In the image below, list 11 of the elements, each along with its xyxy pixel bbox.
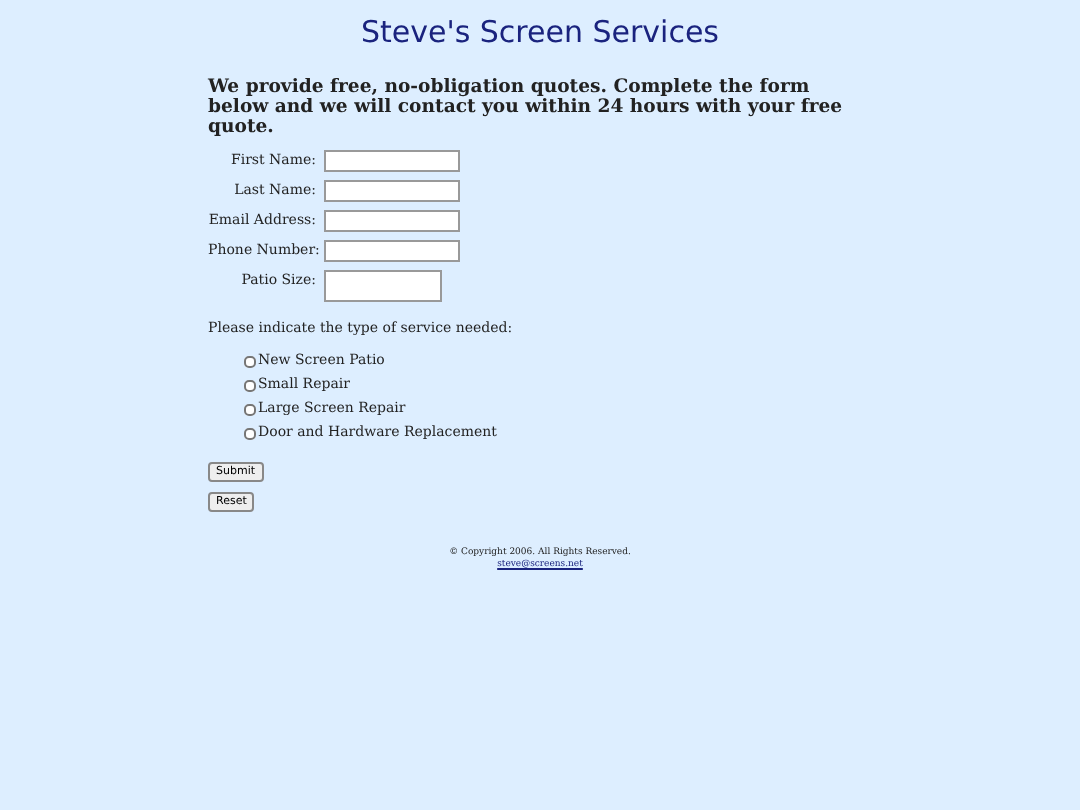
input-field[interactable] xyxy=(324,150,460,172)
site-title: Steve's Screen Services xyxy=(358,14,722,50)
input-field[interactable] xyxy=(324,180,460,202)
text-area[interactable] xyxy=(324,270,442,302)
checkbox[interactable] xyxy=(244,379,256,391)
intro-text: We provide free, no-obligation quotes. Complete the form below and we will contact you within 24 hours with your free quote. xyxy=(208,78,845,138)
input-field[interactable] xyxy=(324,210,460,232)
checkbox[interactable] xyxy=(244,355,256,367)
input-field[interactable] xyxy=(324,240,460,262)
checkbox[interactable] xyxy=(244,403,256,415)
checkbox[interactable] xyxy=(244,427,256,439)
